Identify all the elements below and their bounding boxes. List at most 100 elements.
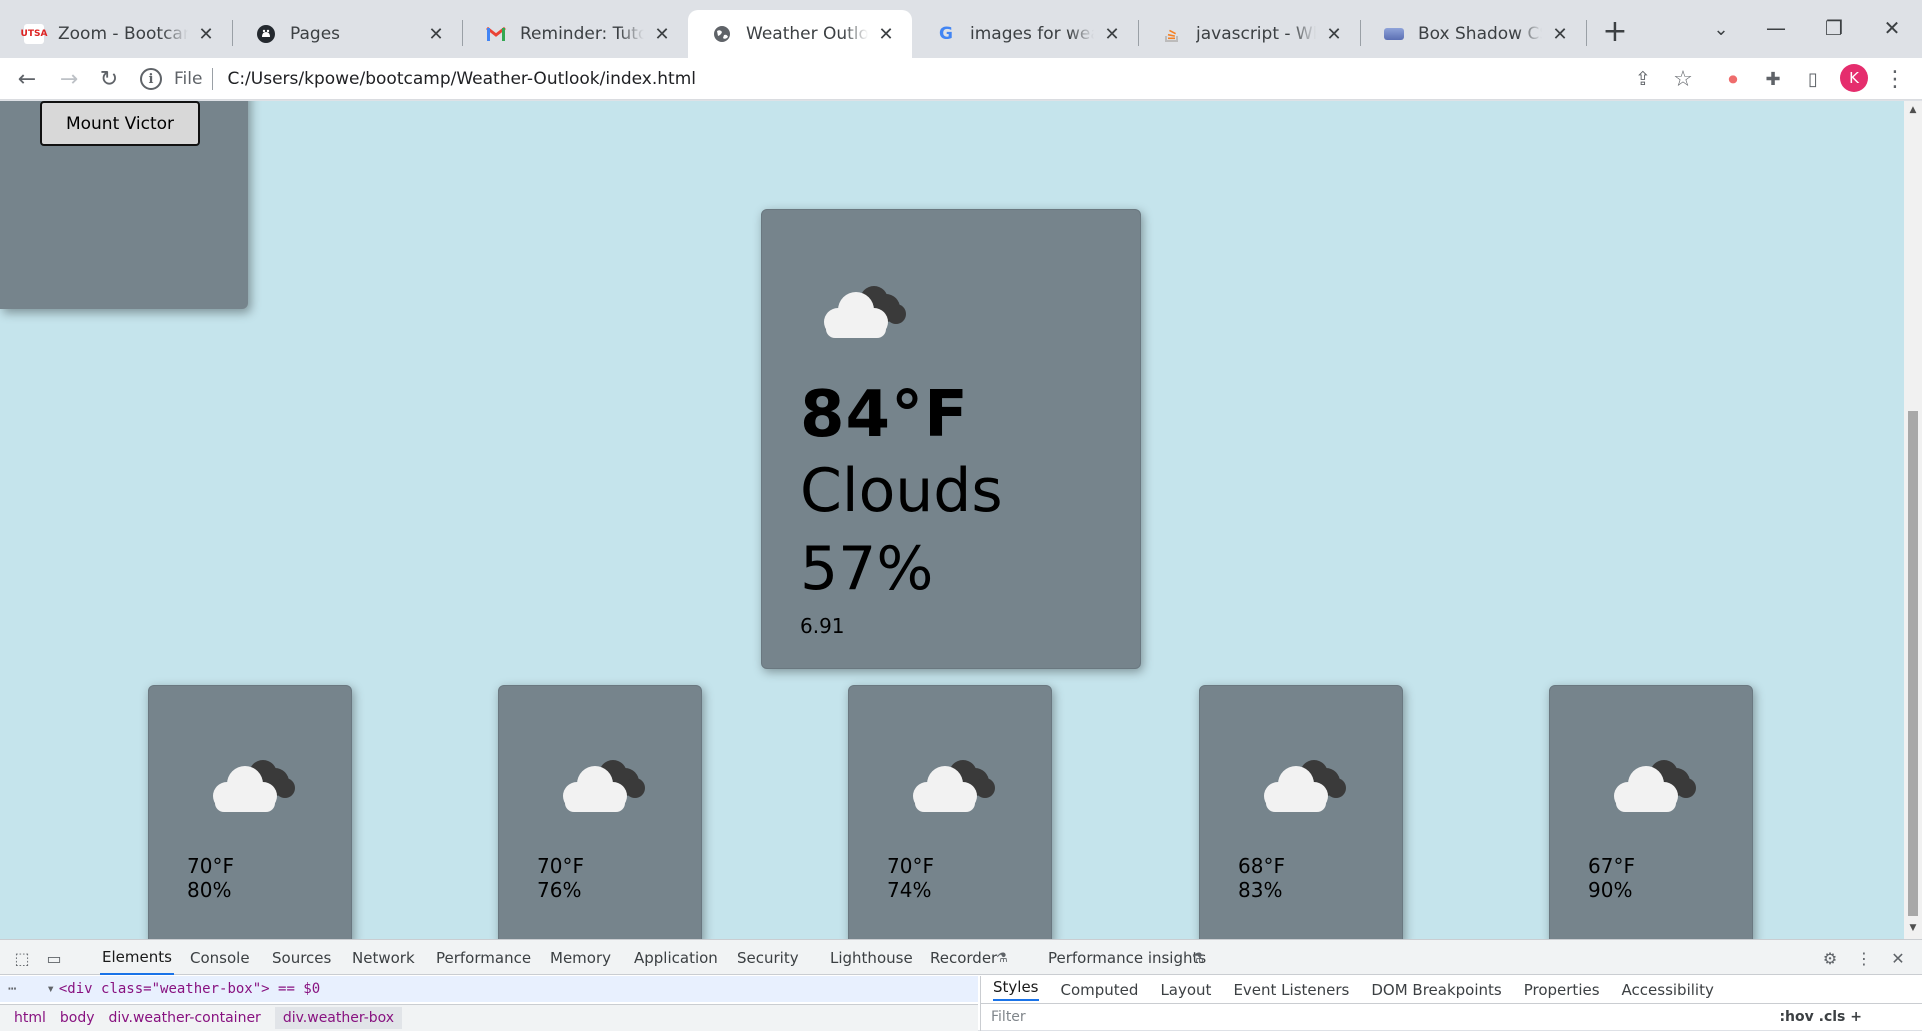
browser-toolbar: ← → ↻ i File C:/Users/kpowe/bootcamp/Wea… xyxy=(0,58,1922,100)
github-favicon-icon xyxy=(256,24,276,44)
extension-record-icon[interactable]: ⏺ xyxy=(1716,62,1750,96)
breadcrumb-item[interactable]: html xyxy=(14,1010,46,1026)
browser-tab-pages[interactable]: Pages ✕ xyxy=(232,10,462,58)
devtools-tab-lighthouse[interactable]: Lighthouse xyxy=(828,940,915,975)
selected-dom-node[interactable]: ⋯ ▾ <div class="weather-box"> == $0 xyxy=(0,976,978,1002)
filter-tools[interactable]: :hov .cls + xyxy=(1779,1009,1862,1025)
info-icon[interactable]: i xyxy=(140,68,162,90)
profile-avatar[interactable]: K xyxy=(1840,64,1868,92)
new-tab-button[interactable]: + xyxy=(1598,14,1632,49)
close-icon[interactable]: ✕ xyxy=(1550,24,1570,45)
browser-tab-google-images[interactable]: G images for weather ou ✕ xyxy=(912,10,1138,58)
more-menu-icon[interactable]: ⋮ xyxy=(1878,62,1912,96)
zoom-favicon-icon: UTSA xyxy=(21,24,47,44)
address-bar[interactable]: i File C:/Users/kpowe/bootcamp/Weather-O… xyxy=(140,61,1700,97)
devtools-tab-elements[interactable]: Elements xyxy=(100,940,174,975)
back-arrow-icon[interactable]: ← xyxy=(10,62,44,96)
page-scrollbar[interactable]: ▲ ▼ xyxy=(1904,101,1922,939)
close-icon[interactable]: ✕ xyxy=(1324,24,1344,45)
devtools-tab-network[interactable]: Network xyxy=(350,940,417,975)
google-favicon-icon: G xyxy=(939,24,953,44)
sidebar-tab-styles[interactable]: Styles xyxy=(993,978,1039,1001)
current-condition: Clouds xyxy=(800,456,1003,526)
tab-title: Weather Outlook xyxy=(746,24,868,44)
close-icon[interactable]: ✕ xyxy=(196,24,216,45)
tab-title: Reminder: Tutor Sessi xyxy=(520,24,644,44)
side-panel-icon[interactable]: ▯ xyxy=(1796,62,1830,96)
forecast-card: 70°F 74% xyxy=(848,685,1052,939)
browser-tab-zoom[interactable]: UTSA Zoom - Bootcamp: UT ✕ xyxy=(0,10,232,58)
ellipsis-icon[interactable]: ⋯ xyxy=(8,981,16,997)
scrollbar-thumb[interactable] xyxy=(1908,411,1918,916)
tab-search-chevron-icon[interactable]: ⌄ xyxy=(1706,14,1736,44)
window-close-icon[interactable]: ✕ xyxy=(1864,10,1920,46)
forecast-temperature: 68°F xyxy=(1238,854,1285,878)
sidebar-tab-dom-breakpoints[interactable]: DOM Breakpoints xyxy=(1371,981,1501,999)
scroll-up-icon[interactable]: ▲ xyxy=(1908,105,1918,115)
close-icon[interactable]: ✕ xyxy=(1102,24,1122,45)
browser-tab-weather-outlook[interactable]: Weather Outlook ✕ xyxy=(688,10,912,58)
forecast-temperature: 70°F xyxy=(187,854,234,878)
clouds-icon xyxy=(555,756,647,818)
devtools-tab-memory[interactable]: Memory xyxy=(548,940,613,975)
sidebar-tab-accessibility[interactable]: Accessibility xyxy=(1622,981,1714,999)
close-icon[interactable]: ✕ xyxy=(876,24,896,45)
browser-tab-box-shadow[interactable]: Box Shadow CSS Gen ✕ xyxy=(1360,10,1586,58)
device-toolbar-icon[interactable]: ▭ xyxy=(42,946,66,970)
sidebar-tab-event-listeners[interactable]: Event Listeners xyxy=(1233,981,1349,999)
stackoverflow-favicon-icon xyxy=(1162,24,1182,44)
search-history-panel: Mount Victor xyxy=(0,101,248,309)
bookmark-star-icon[interactable]: ☆ xyxy=(1666,62,1700,96)
expand-triangle-icon[interactable]: ▾ xyxy=(46,981,54,997)
minimize-icon[interactable]: — xyxy=(1748,10,1804,46)
dom-node-text: <div class="weather-box"> == $0 xyxy=(58,981,321,997)
page-viewport: Mount Victor 84°F Clouds 57% 6.91 70°F 8… xyxy=(0,101,1904,939)
tab-title: javascript - Why did I xyxy=(1196,24,1316,44)
devtools-tab-bar: ⬚ ▭ Elements Console Sources Network Per… xyxy=(0,940,1922,975)
forecast-humidity: 90% xyxy=(1588,878,1633,902)
address-url[interactable]: C:/Users/kpowe/bootcamp/Weather-Outlook/… xyxy=(227,69,696,89)
tab-divider xyxy=(1586,20,1587,46)
browser-tab-gmail[interactable]: Reminder: Tutor Sessi ✕ xyxy=(462,10,688,58)
settings-gear-icon[interactable]: ⚙ xyxy=(1818,946,1842,970)
scroll-down-icon[interactable]: ▼ xyxy=(1908,923,1918,933)
devtools-tab-console[interactable]: Console xyxy=(188,940,252,975)
forecast-humidity: 76% xyxy=(537,878,582,902)
browser-tab-stackoverflow[interactable]: javascript - Why did I ✕ xyxy=(1138,10,1360,58)
devtools-tab-security[interactable]: Security xyxy=(735,940,801,975)
close-icon[interactable]: ✕ xyxy=(652,24,672,45)
sidebar-tab-properties[interactable]: Properties xyxy=(1524,981,1600,999)
restore-icon[interactable]: ❐ xyxy=(1806,10,1862,46)
devtools-tab-application[interactable]: Application xyxy=(632,940,720,975)
share-icon[interactable]: ⇪ xyxy=(1626,62,1660,96)
breadcrumb-item-selected[interactable]: div.weather-box xyxy=(274,1007,403,1029)
devtools-more-icon[interactable]: ⋮ xyxy=(1852,946,1876,970)
sidebar-tab-computed[interactable]: Computed xyxy=(1061,981,1139,999)
current-weather-card: 84°F Clouds 57% 6.91 xyxy=(761,209,1141,669)
extensions-puzzle-icon[interactable]: ✚ xyxy=(1756,62,1790,96)
current-temperature: 84°F xyxy=(800,378,969,452)
devtools-close-icon[interactable]: ✕ xyxy=(1886,946,1910,970)
forecast-card: 70°F 76% xyxy=(498,685,702,939)
forecast-card: 70°F 80% xyxy=(148,685,352,939)
devtools-tab-performance[interactable]: Performance xyxy=(434,940,533,975)
devtools-tab-recorder[interactable]: Recorder xyxy=(928,940,999,975)
reload-icon[interactable]: ↻ xyxy=(92,62,126,96)
close-icon[interactable]: ✕ xyxy=(426,24,446,45)
gmail-favicon-icon xyxy=(486,24,506,44)
clouds-icon xyxy=(1606,756,1698,818)
city-history-button[interactable]: Mount Victor xyxy=(40,101,200,146)
devtools-tab-sources[interactable]: Sources xyxy=(270,940,333,975)
sidebar-tab-layout[interactable]: Layout xyxy=(1160,981,1211,999)
devtools-tab-performance-insights[interactable]: Performance insights xyxy=(1046,940,1208,975)
breadcrumb-item[interactable]: body xyxy=(60,1010,95,1026)
forward-arrow-icon[interactable]: → xyxy=(52,62,86,96)
forecast-card: 67°F 90% xyxy=(1549,685,1753,939)
filter-placeholder: Filter xyxy=(991,1009,1026,1025)
breadcrumb-item[interactable]: div.weather-container xyxy=(109,1010,261,1026)
styles-filter-input[interactable]: Filter :hov .cls + xyxy=(981,1004,1922,1030)
forecast-card: 68°F 83% xyxy=(1199,685,1403,939)
forecast-temperature: 70°F xyxy=(887,854,934,878)
styles-sidebar: Styles Computed Layout Event Listeners D… xyxy=(980,976,1922,1031)
inspect-element-icon[interactable]: ⬚ xyxy=(10,946,34,970)
